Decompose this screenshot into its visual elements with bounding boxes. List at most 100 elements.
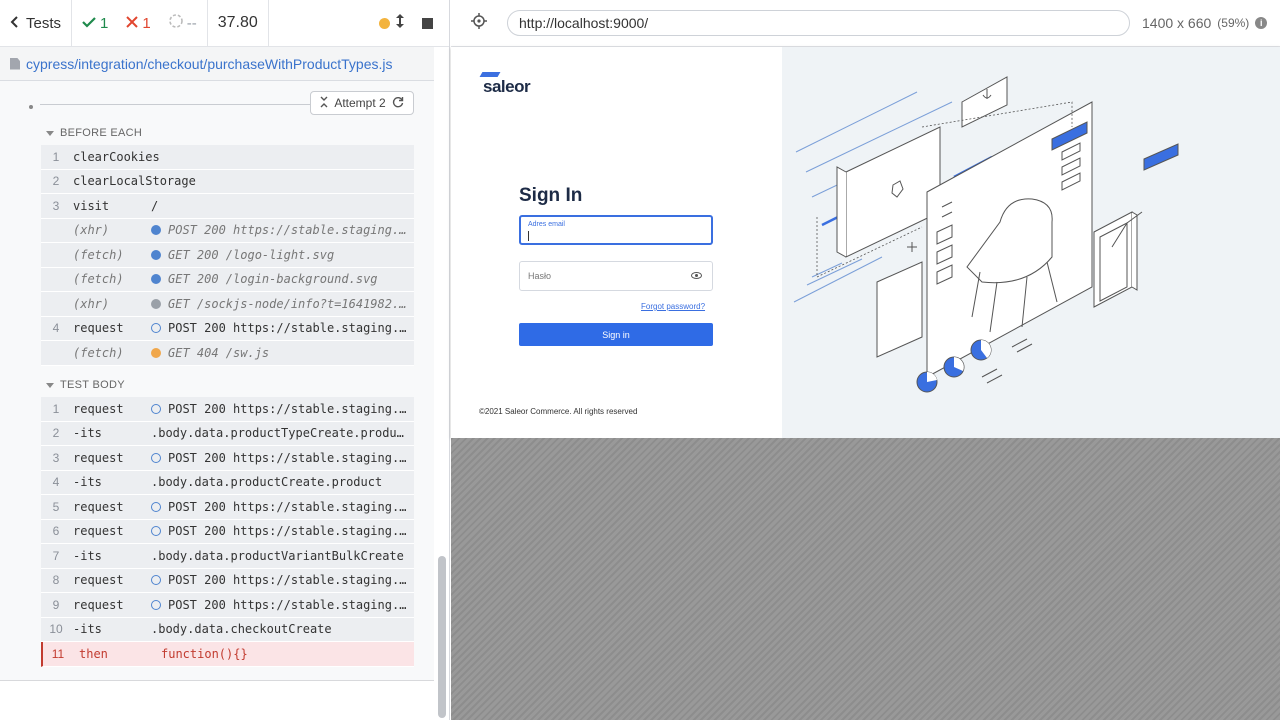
illustration-panel [782,47,1280,438]
bullet [29,105,33,109]
command-event-row[interactable]: (xhr) POST 200 https://stable.staging.sal… [41,218,414,243]
command-message-text: POST 200 https://stable.staging.saleor.c… [168,450,414,465]
command-row[interactable]: 1 clearCookies [41,145,414,170]
command-name: -its [73,548,102,563]
command-row[interactable]: 3 request POST 200 https://stable.staging.… [41,446,414,471]
request-status-icon [151,599,161,610]
command-message-text: POST 200 https://stable.staging.saleor.c… [168,223,414,238]
command-name: request [73,524,124,539]
command-message: POST 200 https://stable.staging.saleor.c… [151,524,414,538]
request-status-icon [151,575,161,586]
request-status-icon [151,298,161,309]
viewport-info[interactable]: 1400 x 660 (59%) i [1142,15,1268,31]
command-message: POST 200 https://stable.staging.saleor.c… [151,402,414,416]
logo-text: saleor [483,77,531,96]
command-message-text: .body.data.productCreate.product [151,475,383,490]
chevron-left-icon [10,15,20,32]
sign-in-button[interactable]: Sign in [519,323,713,346]
command-event-row[interactable]: (xhr) GET /sockjs-node/info?t=1641982... [41,292,414,317]
eye-icon[interactable] [691,272,702,279]
command-row[interactable]: 8 request POST 200 https://stable.staging.… [41,568,414,593]
request-status-icon [151,403,161,414]
before-each-label: BEFORE EACH [60,127,143,139]
failed-count[interactable]: 1 [126,14,151,32]
reporter-scrollbar[interactable] [438,556,446,718]
test-body-header[interactable]: TEST BODY [46,379,125,391]
command-row[interactable]: 3 visit / [41,194,414,219]
command-name: -its [73,426,102,441]
command-row[interactable]: 1 request POST 200 https://stable.staging.… [41,397,414,422]
password-field[interactable]: Hasło [519,261,713,291]
command-row[interactable]: 5 request POST 200 https://stable.staging.… [41,495,414,520]
text-caret [528,231,529,241]
command-message: GET 200 /login-background.svg [151,272,414,286]
command-row[interactable]: 9 request POST 200 https://stable.staging.… [41,593,414,618]
command-name: request [73,573,124,588]
auto-scroll-toggle[interactable] [379,14,404,32]
command-name: -its [73,475,102,490]
pending-count[interactable]: -- [168,14,197,32]
command-name: visit [73,198,110,213]
command-number: 10 [49,622,63,637]
attempt-button[interactable]: Attempt 2 [310,91,414,115]
command-message-text: POST 200 https://stable.staging.saleor.c… [168,597,414,612]
failed-value: 1 [142,14,151,32]
spec-file-path[interactable]: cypress/integration/checkout/purchaseWit… [0,47,434,81]
back-to-tests-button[interactable]: Tests [0,0,73,46]
command-number: 7 [52,548,60,563]
email-label: Adres email [528,221,565,228]
retry-icon [392,96,404,111]
command-row[interactable]: 6 request POST 200 https://stable.staging.… [41,519,414,544]
duration: 37.80 [208,0,269,46]
command-message-text: POST 200 https://stable.staging.saleor.c… [168,524,414,539]
command-name: request [73,499,124,514]
check-icon [82,15,96,32]
command-number: 3 [52,450,60,465]
caret-down-icon [46,130,54,136]
selector-playground-button[interactable] [451,12,507,34]
command-name: then [79,646,108,661]
command-row[interactable]: 4 request POST 200 https://stable.staging.… [41,316,414,341]
email-field[interactable]: Adres email [519,215,713,245]
command-message: .body.data.checkoutCreate [151,622,414,636]
url-bar[interactable]: http://localhost:9000/ [507,10,1130,36]
stop-icon[interactable] [422,17,433,29]
command-message-text: GET 200 /logo-light.svg [168,247,335,262]
command-row[interactable]: 11 then function(){} [41,642,414,667]
command-event-row[interactable]: (fetch) GET 404 /sw.js [41,341,414,366]
request-status-icon [151,323,161,334]
viewport-scale: (59%) [1217,16,1250,30]
spinner-icon [168,14,183,32]
command-event-row[interactable]: (fetch) GET 200 /logo-light.svg [41,243,414,268]
request-status-icon [151,225,161,236]
caret-down-icon [46,382,54,388]
forgot-password-link[interactable]: Forgot password? [641,302,705,311]
viewport-overflow-area [451,438,1280,720]
passed-count[interactable]: 1 [82,15,108,32]
password-placeholder: Hasło [528,271,552,281]
x-icon [126,15,139,32]
before-each-header[interactable]: BEFORE EACH [46,127,142,139]
command-name: (xhr) [73,223,110,238]
command-message: GET 404 /sw.js [151,346,414,360]
command-row[interactable]: 10 -its .body.data.checkoutCreate [41,617,414,642]
command-row[interactable]: 7 -its .body.data.productVariantBulkCreat… [41,544,414,569]
command-event-row[interactable]: (fetch) GET 200 /login-background.svg [41,267,414,292]
viewport-size: 1400 x 660 [1142,15,1212,31]
command-name: request [73,321,124,336]
command-message: GET /sockjs-node/info?t=1641982... [151,297,414,311]
passed-value: 1 [100,14,109,32]
test-body-label: TEST BODY [60,379,125,391]
command-row[interactable]: 2 -its .body.data.productTypeCreate.produ… [41,421,414,446]
command-row[interactable]: 2 clearLocalStorage [41,169,414,194]
request-status-icon [151,452,161,463]
command-row[interactable]: 4 -its .body.data.productCreate.product [41,470,414,495]
divider [40,104,324,105]
command-name: (fetch) [73,247,124,262]
page-title: Sign In [519,185,583,206]
command-number: 8 [52,573,60,588]
before-each-commands: 1 clearCookies 2 clearLocalStorage 3 visit / (x… [41,145,414,366]
command-message-text: GET 200 /login-background.svg [168,272,378,287]
command-number: 1 [52,149,60,164]
request-status-icon [151,347,161,358]
